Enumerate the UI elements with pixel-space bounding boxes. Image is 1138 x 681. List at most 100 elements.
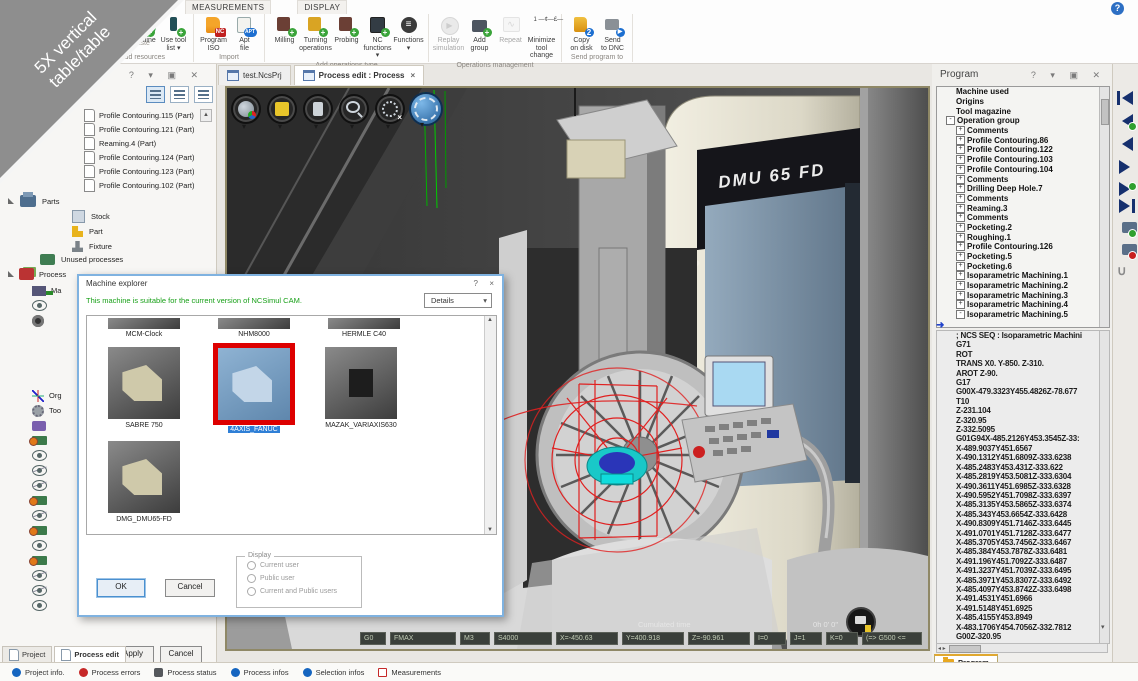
expander-icon[interactable]: + — [956, 136, 965, 145]
ribbon-button[interactable]: Use tool list ▾ — [158, 14, 189, 52]
program-tree-item[interactable]: - Isoparametric Machining.5 — [937, 310, 1109, 320]
play-forward-icon[interactable] — [1117, 159, 1135, 175]
process-subtree-item[interactable] — [8, 418, 78, 433]
expander-icon[interactable]: - — [956, 310, 965, 319]
program-tree-item[interactable]: + Comments — [937, 213, 1109, 223]
visibility-icon[interactable] — [32, 585, 47, 596]
expander-icon[interactable]: + — [956, 204, 965, 213]
program-tree-item[interactable]: + Comments — [937, 174, 1109, 184]
expander-icon[interactable]: - — [946, 116, 955, 125]
ribbon-button[interactable]: Repeat — [495, 14, 526, 60]
expander-icon[interactable]: + — [956, 271, 965, 280]
tab-process-edit[interactable]: Process edit : Process × — [294, 65, 425, 85]
selection-icon[interactable] — [375, 94, 405, 124]
status-item[interactable]: Project info. — [12, 668, 65, 677]
program-tree-item[interactable]: + Comments — [937, 126, 1109, 136]
program-tree-item[interactable]: Origins — [937, 97, 1109, 107]
status-item[interactable]: Process status — [154, 668, 216, 677]
visibility-icon[interactable] — [32, 421, 46, 431]
expander-icon[interactable]: + — [956, 155, 965, 164]
tab-process-edit-bottom[interactable]: Process edit — [54, 646, 126, 662]
machine-thumbnail[interactable] — [213, 343, 295, 425]
expander-icon[interactable]: + — [956, 223, 965, 232]
collapse-icon[interactable] — [8, 271, 14, 277]
operation-item[interactable]: Reaming.4 (Part) — [84, 136, 198, 150]
process-subtree-item[interactable] — [8, 448, 78, 463]
process-subtree-item[interactable] — [8, 358, 78, 373]
visibility-icon[interactable] — [32, 465, 47, 476]
process-subtree-item[interactable] — [8, 373, 78, 388]
view-compact-icon[interactable] — [170, 86, 189, 103]
visibility-icon[interactable] — [32, 570, 47, 581]
visibility-icon[interactable] — [32, 300, 47, 311]
status-item[interactable]: Process infos — [231, 668, 289, 677]
part-child-item[interactable]: Fixture — [72, 239, 112, 254]
program-tree-item[interactable]: + Pocketing.2 — [937, 223, 1109, 233]
rotate-view-icon[interactable] — [411, 94, 441, 124]
radio-icon[interactable] — [247, 587, 256, 596]
process-subtree-item[interactable] — [8, 433, 78, 448]
process-subtree-item[interactable] — [8, 298, 78, 313]
program-tree-item[interactable]: + Isoparametric Machining.3 — [937, 290, 1109, 300]
next-operation-icon[interactable] — [1117, 181, 1135, 197]
panel-controls[interactable]: ? ▾ ▣ ✕ — [1031, 70, 1106, 81]
cancel-button[interactable]: Cancel — [160, 646, 202, 663]
program-tree-item[interactable]: + Isoparametric Machining.2 — [937, 281, 1109, 291]
expander-icon[interactable]: + — [956, 175, 965, 184]
attach-icon[interactable]: ∪ — [1117, 262, 1135, 278]
process-subtree-item[interactable] — [8, 463, 78, 478]
tab-test-ncsprj[interactable]: test.NcsPrj — [218, 65, 291, 85]
machine-thumbnail[interactable] — [218, 318, 290, 329]
visibility-icon[interactable] — [32, 450, 47, 461]
status-item[interactable]: Measurements — [378, 668, 441, 677]
program-tree-item[interactable]: + Profile Contouring.122 — [937, 145, 1109, 155]
expander-icon[interactable]: + — [956, 252, 965, 261]
ribbon-button[interactable]: Program ISO — [198, 14, 229, 52]
status-item[interactable]: Process errors — [79, 668, 141, 677]
operation-item[interactable]: Profile Contouring.102 (Part) — [84, 178, 198, 192]
machine-thumbnail[interactable] — [108, 441, 180, 513]
details-dropdown[interactable]: Details — [424, 293, 492, 308]
ribbon-button[interactable]: Setup — [96, 14, 127, 52]
horizontal-scrollbar[interactable] — [936, 643, 1108, 653]
visibility-icon[interactable] — [32, 600, 47, 611]
process-subtree-item[interactable] — [8, 598, 78, 613]
zoom-icon[interactable] — [339, 94, 369, 124]
visibility-icon[interactable] — [32, 526, 47, 535]
tree-node-unused-processes[interactable]: Unused processes — [40, 254, 123, 265]
program-tree-item[interactable]: + Pocketing.6 — [937, 261, 1109, 271]
tree-node-process[interactable]: Process — [8, 268, 66, 280]
program-tree-item[interactable]: + Comments — [937, 194, 1109, 204]
process-subtree-item[interactable] — [8, 568, 78, 583]
program-tree-item[interactable]: Machine used — [937, 87, 1109, 97]
visibility-icon[interactable] — [32, 556, 47, 565]
process-subtree-item[interactable] — [8, 313, 78, 328]
visibility-icon[interactable] — [32, 286, 46, 296]
ribbon-button[interactable]: Minimize tool change — [526, 14, 557, 60]
expander-icon[interactable]: + — [956, 281, 965, 290]
go-last-operation-icon[interactable] — [1117, 198, 1135, 214]
operation-item[interactable]: Profile Contouring.123 (Part) — [84, 164, 198, 178]
visibility-icon[interactable] — [32, 436, 47, 445]
remove-operation-icon[interactable] — [1117, 242, 1135, 258]
expander-icon[interactable]: + — [956, 291, 965, 300]
program-tree-item[interactable]: + Profile Contouring.104 — [937, 165, 1109, 175]
program-tree-item[interactable]: + Pocketing.5 — [937, 252, 1109, 262]
ribbon-button[interactable]: Milling — [269, 14, 300, 60]
radio-icon[interactable] — [247, 574, 256, 583]
tab-measurements[interactable]: MEASUREMENTS — [185, 0, 271, 14]
ribbon-button[interactable]: Add group — [464, 14, 495, 60]
expander-icon[interactable]: + — [956, 213, 965, 222]
program-tree-item[interactable]: + Reaming.3 — [937, 203, 1109, 213]
dialog-close-icon[interactable]: × — [489, 279, 494, 288]
view-list-icon[interactable] — [194, 86, 213, 103]
expander-icon[interactable]: + — [956, 126, 965, 135]
panel-controls[interactable]: ? ▾ ▣ ✕ — [129, 70, 204, 81]
expander-icon[interactable]: + — [956, 184, 965, 193]
gcode-scrollbar[interactable] — [1099, 331, 1109, 643]
ribbon-button[interactable]: Machine — [127, 14, 158, 52]
ribbon-button[interactable]: Probing — [331, 14, 362, 60]
program-tree-item[interactable]: - Operation group — [937, 116, 1109, 126]
play-backward-icon[interactable] — [1117, 136, 1135, 152]
go-first-operation-icon[interactable] — [1117, 90, 1135, 106]
